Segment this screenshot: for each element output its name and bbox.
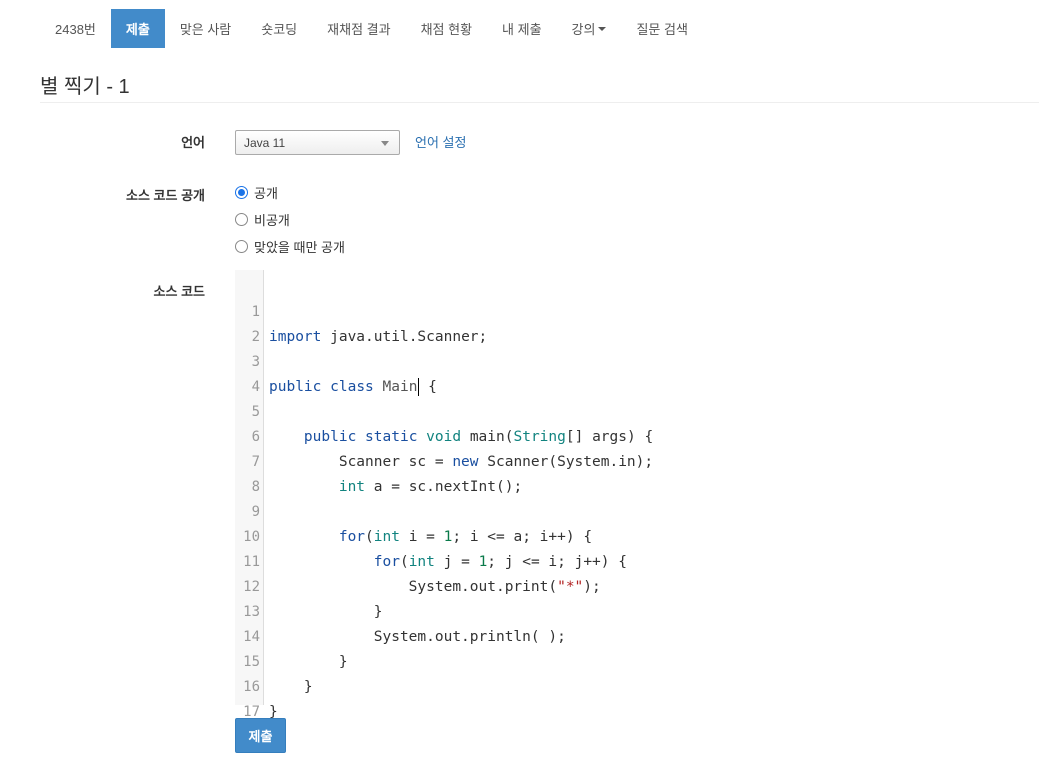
code-line: 6 Scanner sc = new Scanner(System.in); <box>235 400 654 470</box>
tab-submit[interactable]: 제출 <box>110 9 165 48</box>
page-title: 별 찍기 - 1 <box>40 70 1039 103</box>
radio-public-when-accepted-label: 맞았을 때만 공개 <box>254 239 345 255</box>
language-settings-link[interactable]: 언어 설정 <box>415 132 466 151</box>
visibility-option-public[interactable]: 공개 <box>235 184 278 201</box>
code-text: Scanner sc = new Scanner(System.in); <box>269 454 654 470</box>
visibility-option-private[interactable]: 비공개 <box>235 211 290 228</box>
code-line: 13 System.out.println( ); <box>235 575 566 645</box>
tab-accepted-users[interactable]: 맞은 사람 <box>165 9 246 48</box>
problem-nav-tabs: 2438번 제출 맞은 사람 숏코딩 재채점 결과 채점 현황 내 제출 강의 … <box>40 9 703 48</box>
code-line: 2 <box>235 300 270 345</box>
code-editor[interactable]: 1 import java.util.Scanner; 2 3 public c… <box>235 270 1039 720</box>
text-cursor <box>418 378 420 396</box>
code-line: 1 import java.util.Scanner; <box>235 275 488 345</box>
code-line: 8 <box>235 450 270 495</box>
dropdown-arrow-icon <box>381 141 389 146</box>
radio-public-when-accepted[interactable] <box>235 239 248 253</box>
code-text: int a = sc.nextInt(); <box>338 479 523 495</box>
code-text: import java.util.Scanner; <box>269 329 488 345</box>
radio-private-label: 비공개 <box>254 212 290 228</box>
code-line: 11 System.out.print("*"); <box>235 525 601 595</box>
code-text: for(int i = 1; i <= a; i++) { <box>338 529 593 545</box>
problem-title: 별 찍기 <box>40 76 101 98</box>
tab-lectures[interactable]: 강의 <box>557 9 622 48</box>
code-line: 16 } <box>235 650 278 720</box>
language-select[interactable]: Java 11 <box>235 130 400 155</box>
code-line: 4 <box>235 350 270 395</box>
code-line: 9 for(int i = 1; i <= a; i++) { <box>235 475 593 545</box>
tab-my-submissions[interactable]: 내 제출 <box>487 9 557 48</box>
radio-public[interactable] <box>235 185 248 199</box>
submit-button[interactable]: 제출 <box>235 718 286 753</box>
code-text: } <box>269 654 348 670</box>
code-line: 12 } <box>235 550 382 620</box>
visibility-option-public-when-accepted[interactable]: 맞았을 때만 공개 <box>235 238 345 255</box>
radio-public-label: 공개 <box>254 185 278 201</box>
code-text: System.out.print("*"); <box>269 579 601 595</box>
code-text: } <box>269 679 313 695</box>
tab-short-coding[interactable]: 숏코딩 <box>246 9 312 48</box>
code-line: 5 public static void main(String[] args)… <box>235 375 654 445</box>
chevron-down-icon <box>598 26 607 31</box>
tab-problem-number[interactable]: 2438번 <box>40 9 111 48</box>
source-code-label: 소스 코드 <box>153 284 205 299</box>
language-select-value: Java 11 <box>244 136 286 150</box>
code-line: 15 } <box>235 625 313 695</box>
code-line: 7 int a = sc.nextInt(); <box>235 425 523 495</box>
tab-rejudge-results[interactable]: 재채점 결과 <box>312 9 405 48</box>
tab-judge-status[interactable]: 채점 현황 <box>406 9 487 48</box>
code-line: 10 for(int j = 1; j <= i; j++) { <box>235 500 627 570</box>
visibility-label: 소스 코드 공개 <box>126 188 205 203</box>
code-line: 3 public class Main { <box>235 325 437 396</box>
code-line: 17 <box>235 675 270 720</box>
problem-title-suffix: - 1 <box>100 76 130 98</box>
tab-question-search[interactable]: 질문 검색 <box>621 9 702 48</box>
code-text: for(int j = 1; j <= i; j++) { <box>373 554 627 570</box>
code-text: System.out.println( ); <box>269 629 566 645</box>
code-text: public static void main(String[] args) { <box>303 429 654 445</box>
code-line: 14 } <box>235 600 347 670</box>
code-text: public class Main { <box>269 378 437 396</box>
language-label: 언어 <box>181 135 205 150</box>
tab-lectures-label: 강의 <box>571 22 596 37</box>
radio-private[interactable] <box>235 212 248 226</box>
code-text: } <box>269 604 383 620</box>
